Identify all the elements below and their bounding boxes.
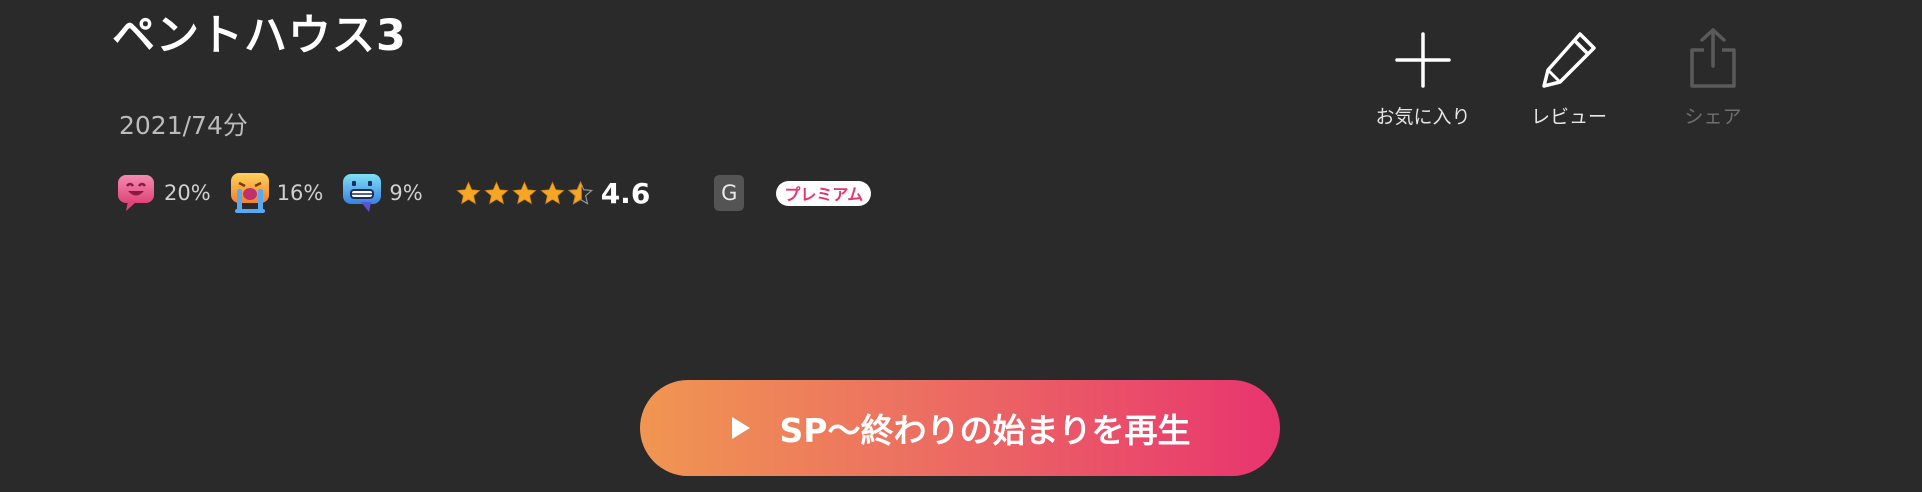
share-button[interactable]: シェア: [1638, 0, 1788, 129]
half-star-icon: [567, 180, 593, 205]
plus-icon: [1395, 32, 1451, 88]
reaction-percent: 16%: [276, 181, 324, 205]
star-rating: 4.6: [455, 176, 651, 210]
review-label: レビュー: [1530, 106, 1607, 128]
crying-face-icon: [230, 173, 269, 213]
share-icon: [1690, 28, 1736, 88]
favorite-button[interactable]: お気に入り: [1348, 0, 1498, 129]
release-year-duration: 2021/74分: [119, 111, 248, 140]
play-icon: [731, 417, 750, 439]
premium-badge: プレミアム: [776, 180, 872, 206]
rating-value: 4.6: [600, 176, 651, 210]
title: ペントハウス3: [112, 11, 407, 61]
grimace-face-icon: [343, 174, 382, 212]
star-icon: [540, 180, 565, 204]
smile-face-icon: [118, 175, 154, 211]
reaction-grimace[interactable]: 9%: [341, 172, 423, 214]
reaction-crying[interactable]: 16%: [229, 171, 324, 215]
play-button-label: SP〜終わりの始まりを再生: [779, 411, 1191, 450]
share-label: シェア: [1684, 106, 1742, 128]
review-button[interactable]: レビュー: [1494, 0, 1644, 129]
star-icon: [512, 180, 537, 204]
reaction-percent: 9%: [389, 181, 423, 205]
age-rating-badge: G: [714, 175, 745, 211]
reaction-percent: 20%: [164, 181, 211, 205]
favorite-label: お気に入り: [1375, 106, 1471, 128]
star-icon: [456, 180, 481, 204]
pencil-icon: [1542, 32, 1596, 88]
reaction-smile[interactable]: 20%: [116, 173, 211, 213]
play-button[interactable]: SP〜終わりの始まりを再生: [640, 380, 1280, 476]
stats-row: 20% 16% 9% 4.6 G プレミアム: [116, 168, 872, 218]
star-icon: [484, 180, 509, 204]
